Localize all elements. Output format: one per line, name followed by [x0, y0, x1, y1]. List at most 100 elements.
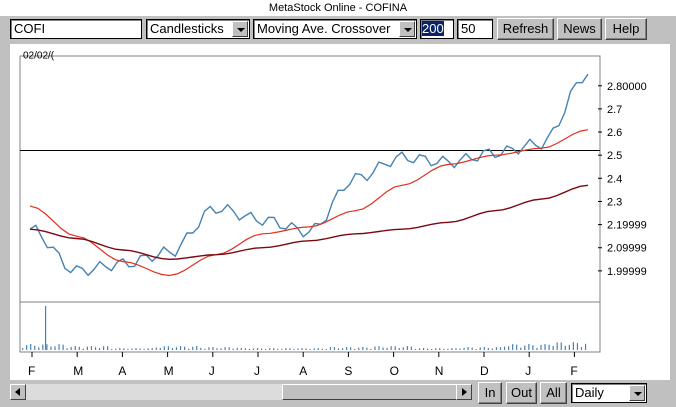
volume-bar	[366, 347, 368, 350]
volume-bar	[216, 348, 218, 350]
volume-bar	[495, 347, 498, 350]
month-label: A	[118, 364, 126, 378]
chevron-down-icon[interactable]	[399, 21, 415, 37]
volume-bar	[204, 348, 206, 350]
news-button[interactable]: News	[557, 18, 602, 40]
volume-bar	[34, 345, 36, 350]
volume-bar	[163, 346, 165, 350]
volume-bar	[528, 344, 530, 350]
volume-bar	[568, 344, 570, 350]
volume-bar	[455, 348, 457, 350]
zoom-all-button[interactable]: All	[540, 382, 567, 404]
price-chart[interactable]: 02/02/( 2.80000 2.7 2.6 2.5 2.4 2.3 2.19999 2.0…	[10, 44, 670, 380]
volume-bar	[119, 348, 121, 350]
volume-bar	[512, 344, 514, 350]
volume-bar	[179, 346, 182, 350]
volume-bar	[70, 347, 72, 350]
volume-bar	[192, 346, 194, 350]
refresh-button[interactable]: Refresh	[497, 18, 554, 40]
scroll-left-icon[interactable]	[10, 384, 26, 400]
volume-bar	[354, 348, 356, 350]
volume-bar	[30, 344, 32, 350]
volume-bar	[516, 344, 518, 350]
volume-bar	[232, 348, 234, 350]
volume-bar	[252, 348, 255, 350]
month-label: D	[480, 364, 489, 378]
volume-bar	[220, 348, 222, 350]
volume-bar	[350, 347, 352, 350]
volume-bar	[479, 347, 481, 350]
volume-bar	[414, 349, 417, 350]
volume-bar	[329, 347, 331, 350]
price-label: 2.09999	[607, 243, 647, 255]
volume-bar	[520, 347, 522, 350]
param1-input[interactable]: 200	[420, 19, 454, 39]
period-select[interactable]: Daily	[571, 383, 647, 403]
volume-bar	[244, 348, 246, 350]
horizontal-scrollbar[interactable]	[10, 384, 472, 400]
indicator-select[interactable]: Moving Ave. Crossover	[253, 19, 417, 39]
scroll-thumb[interactable]	[282, 384, 472, 400]
volume-bar	[277, 348, 279, 350]
volume-bar	[66, 348, 68, 350]
month-label: O	[390, 364, 399, 378]
volume-bar	[58, 344, 60, 350]
volume-bar	[46, 344, 48, 350]
volume-bar	[483, 347, 485, 350]
param2-input[interactable]: 50	[457, 19, 493, 39]
volume-bar	[42, 344, 44, 350]
volume-bar	[103, 346, 105, 350]
volume-bar	[151, 348, 153, 350]
volume-bar	[576, 343, 579, 350]
volume-bar	[94, 347, 97, 350]
volume-bar	[491, 348, 493, 350]
chart-area[interactable]: 02/02/( 2.80000 2.7 2.6 2.5 2.4 2.3 2.19999 2.0…	[10, 44, 670, 380]
volume-bar	[115, 348, 117, 350]
symbol-input[interactable]: COFI	[10, 19, 142, 39]
volume-bar	[422, 348, 425, 350]
volume-bar	[301, 348, 303, 350]
volume-bar	[560, 342, 562, 350]
volume-bar	[544, 344, 546, 350]
zoom-in-button[interactable]: In	[478, 382, 502, 404]
volume-bar	[62, 344, 64, 350]
volume-bar	[293, 349, 295, 350]
volume-bar	[171, 348, 174, 350]
volume-bar	[325, 349, 327, 350]
volume-bar	[309, 349, 311, 350]
price-label: 2.3	[607, 196, 622, 208]
volume-bar	[200, 347, 202, 350]
chevron-down-icon[interactable]	[629, 385, 645, 401]
volume-bar	[410, 346, 412, 350]
price-axis: 2.80000 2.7 2.6 2.5 2.4 2.3 2.19999 2.09999 1.99…	[598, 81, 647, 278]
chart-style-select[interactable]: Candlesticks	[146, 19, 250, 39]
volume-bar	[188, 348, 190, 350]
price-label: 2.4	[607, 173, 622, 185]
volume-bar	[54, 346, 56, 350]
volume-bar	[82, 348, 84, 350]
month-label: N	[435, 364, 444, 378]
month-label: M	[164, 364, 174, 378]
chart-style-value: Candlesticks	[150, 21, 224, 36]
volume-bar	[431, 349, 433, 350]
volume-bar	[402, 347, 404, 350]
volume-bar	[123, 348, 125, 350]
volume-bar	[378, 346, 380, 350]
month-label: J	[209, 364, 215, 378]
window-title: MetaStock Online - COFINA	[0, 0, 676, 16]
date-label: 02/02/(	[23, 50, 55, 61]
volume-bar	[289, 348, 291, 350]
help-button[interactable]: Help	[605, 18, 647, 40]
volume-bar	[86, 346, 88, 350]
price-label: 2.19999	[607, 220, 647, 232]
volume-bar	[435, 348, 437, 350]
chevron-down-icon[interactable]	[232, 21, 248, 37]
month-label: J	[254, 364, 260, 378]
volume-bar	[398, 348, 400, 350]
zoom-out-button[interactable]: Out	[506, 382, 537, 404]
volume-bar	[305, 348, 307, 350]
price-label: 2.6	[607, 127, 622, 139]
scroll-right-icon[interactable]	[456, 384, 472, 400]
price-label: 2.7	[607, 104, 622, 116]
volume-bar	[196, 346, 198, 350]
